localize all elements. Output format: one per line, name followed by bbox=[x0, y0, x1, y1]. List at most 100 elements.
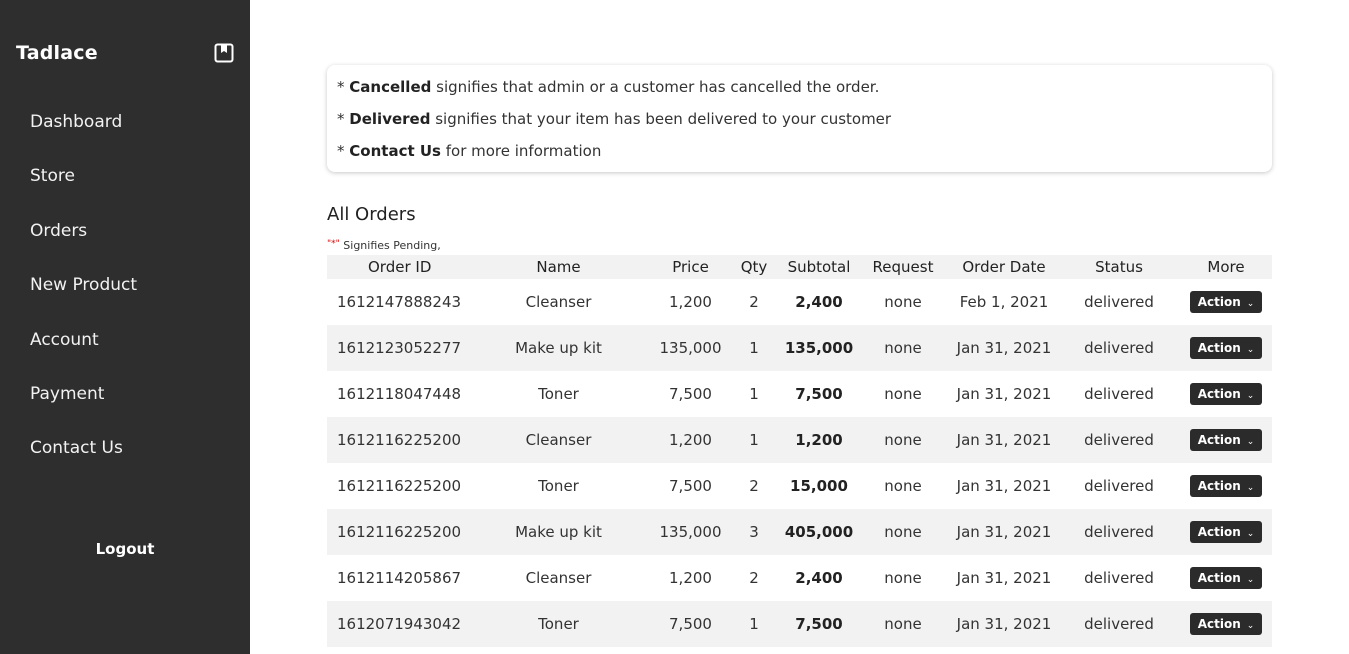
subtotal-cell: 7,500 bbox=[782, 371, 856, 417]
sidebar-item-account[interactable]: Account bbox=[30, 330, 99, 350]
product-name-cell: Cleanser bbox=[462, 279, 655, 325]
qty-cell: 1 bbox=[726, 371, 782, 417]
subtotal-cell: 7,500 bbox=[782, 601, 856, 647]
sidebar-item-orders[interactable]: Orders bbox=[30, 221, 87, 241]
price-cell: 7,500 bbox=[655, 463, 726, 509]
status-cell: delivered bbox=[1058, 417, 1180, 463]
price-cell: 7,500 bbox=[655, 601, 726, 647]
sidebar-item-contact-us[interactable]: Contact Us bbox=[30, 438, 123, 458]
action-dropdown-button[interactable]: Action ⌄ bbox=[1189, 429, 1263, 451]
request-cell: none bbox=[856, 371, 950, 417]
info-line-contact: * Contact Us for more information bbox=[337, 142, 601, 160]
price-cell: 135,000 bbox=[655, 509, 726, 555]
product-name-cell: Toner bbox=[462, 601, 655, 647]
chevron-down-icon: ⌄ bbox=[1246, 483, 1255, 493]
table-row: 1612147888243 Cleanser 1,200 2 2,400 none Feb … bbox=[327, 279, 1272, 325]
action-label: Action bbox=[1197, 387, 1241, 401]
request-cell: none bbox=[856, 463, 950, 509]
orders-table-body: 1612147888243 Cleanser 1,200 2 2,400 none Feb … bbox=[327, 279, 1272, 647]
info-term: Delivered bbox=[349, 110, 431, 128]
qty-cell: 2 bbox=[726, 463, 782, 509]
status-cell: delivered bbox=[1058, 325, 1180, 371]
price-cell: 1,200 bbox=[655, 417, 726, 463]
order-id-cell: 1612123052277 bbox=[327, 325, 462, 371]
bookmark-square-icon[interactable] bbox=[214, 43, 234, 63]
info-notice: * Cancelled signifies that admin or a cu… bbox=[327, 65, 1272, 172]
action-dropdown-button[interactable]: Action ⌄ bbox=[1189, 567, 1263, 589]
chevron-down-icon: ⌄ bbox=[1246, 437, 1255, 447]
chevron-down-icon: ⌄ bbox=[1246, 529, 1255, 539]
product-name-cell: Cleanser bbox=[462, 417, 655, 463]
sidebar-item-new-product[interactable]: New Product bbox=[30, 275, 137, 295]
order-date-cell: Jan 31, 2021 bbox=[950, 325, 1058, 371]
order-date-cell: Feb 1, 2021 bbox=[950, 279, 1058, 325]
info-text: for more information bbox=[440, 142, 602, 160]
column-header: Order Date bbox=[950, 255, 1058, 279]
chevron-down-icon: ⌄ bbox=[1246, 621, 1255, 631]
status-cell: delivered bbox=[1058, 463, 1180, 509]
price-cell: 1,200 bbox=[655, 555, 726, 601]
request-cell: none bbox=[856, 601, 950, 647]
action-label: Action bbox=[1197, 479, 1241, 493]
table-row: 1612116225200 Cleanser 1,200 1 1,200 none Jan … bbox=[327, 417, 1272, 463]
product-name-cell: Make up kit bbox=[462, 325, 655, 371]
more-cell: Action ⌄ bbox=[1180, 325, 1272, 371]
info-bullet: * bbox=[337, 110, 350, 128]
qty-cell: 3 bbox=[726, 509, 782, 555]
chevron-down-icon: ⌄ bbox=[1246, 299, 1255, 309]
action-label: Action bbox=[1197, 341, 1241, 355]
action-label: Action bbox=[1197, 433, 1241, 447]
table-row: 1612118047448 Toner 7,500 1 7,500 none Jan 31,… bbox=[327, 371, 1272, 417]
qty-cell: 1 bbox=[726, 417, 782, 463]
action-dropdown-button[interactable]: Action ⌄ bbox=[1189, 475, 1263, 497]
action-dropdown-button[interactable]: Action ⌄ bbox=[1189, 291, 1263, 313]
column-header: More bbox=[1180, 255, 1272, 279]
more-cell: Action ⌄ bbox=[1180, 555, 1272, 601]
status-cell: delivered bbox=[1058, 555, 1180, 601]
action-dropdown-button[interactable]: Action ⌄ bbox=[1189, 383, 1263, 405]
logout-button[interactable]: Logout bbox=[0, 540, 250, 558]
status-cell: delivered bbox=[1058, 601, 1180, 647]
table-row: 1612114205867 Cleanser 1,200 2 2,400 none Jan … bbox=[327, 555, 1272, 601]
product-name-cell: Toner bbox=[462, 371, 655, 417]
more-cell: Action ⌄ bbox=[1180, 463, 1272, 509]
price-cell: 135,000 bbox=[655, 325, 726, 371]
order-date-cell: Jan 31, 2021 bbox=[950, 371, 1058, 417]
more-cell: Action ⌄ bbox=[1180, 371, 1272, 417]
subtotal-cell: 135,000 bbox=[782, 325, 856, 371]
action-label: Action bbox=[1197, 295, 1241, 309]
info-bullet: * bbox=[337, 78, 350, 96]
column-header: Status bbox=[1058, 255, 1180, 279]
brand-row: Tadlace bbox=[16, 42, 234, 66]
sidebar-item-payment[interactable]: Payment bbox=[30, 384, 104, 404]
sidebar-item-store[interactable]: Store bbox=[30, 166, 75, 186]
action-dropdown-button[interactable]: Action ⌄ bbox=[1189, 521, 1263, 543]
more-cell: Action ⌄ bbox=[1180, 509, 1272, 555]
table-row: 1612116225200 Toner 7,500 2 15,000 none Jan 31… bbox=[327, 463, 1272, 509]
order-id-cell: 1612114205867 bbox=[327, 555, 462, 601]
brand-name: Tadlace bbox=[16, 42, 98, 64]
chevron-down-icon: ⌄ bbox=[1246, 391, 1255, 401]
product-name-cell: Toner bbox=[462, 463, 655, 509]
column-header: Order ID bbox=[327, 255, 462, 279]
info-line-delivered: * Delivered signifies that your item has… bbox=[337, 110, 891, 128]
column-header: Name bbox=[462, 255, 655, 279]
chevron-down-icon: ⌄ bbox=[1246, 345, 1255, 355]
column-header: Request bbox=[856, 255, 950, 279]
sidebar-item-dashboard[interactable]: Dashboard bbox=[30, 112, 122, 132]
info-bullet: * bbox=[337, 142, 350, 160]
status-cell: delivered bbox=[1058, 509, 1180, 555]
pending-note: "*" Signifies Pending, bbox=[327, 239, 441, 252]
orders-title: All Orders bbox=[327, 204, 416, 225]
table-row: 1612071943042 Toner 7,500 1 7,500 none Jan 31,… bbox=[327, 601, 1272, 647]
qty-cell: 1 bbox=[726, 601, 782, 647]
order-id-cell: 1612118047448 bbox=[327, 371, 462, 417]
action-label: Action bbox=[1197, 617, 1241, 631]
subtotal-cell: 2,400 bbox=[782, 279, 856, 325]
action-label: Action bbox=[1197, 525, 1241, 539]
table-row: 1612116225200 Make up kit 135,000 3 405,000 n… bbox=[327, 509, 1272, 555]
request-cell: none bbox=[856, 417, 950, 463]
more-cell: Action ⌄ bbox=[1180, 601, 1272, 647]
action-dropdown-button[interactable]: Action ⌄ bbox=[1189, 337, 1263, 359]
action-dropdown-button[interactable]: Action ⌄ bbox=[1189, 613, 1263, 635]
